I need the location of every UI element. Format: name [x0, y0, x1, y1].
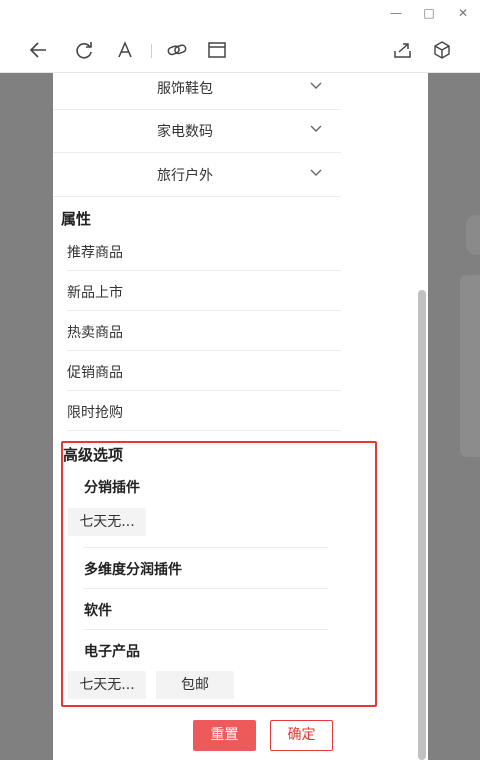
toolbar-separator — [151, 44, 152, 58]
category-label: 服饰鞋包 — [157, 81, 213, 97]
category-row[interactable]: 服饰鞋包 — [53, 73, 341, 110]
attribute-label: 热卖商品 — [67, 325, 123, 341]
reset-button[interactable]: 重置 — [193, 720, 256, 751]
plugin-title: 多维度分润插件 — [84, 562, 182, 578]
link-icon[interactable] — [166, 39, 188, 61]
attribute-label: 新品上市 — [67, 285, 123, 301]
attribute-item[interactable]: 推荐商品 — [67, 231, 341, 271]
close-button[interactable]: ✕ — [453, 4, 473, 22]
divider — [83, 588, 328, 589]
attribute-item[interactable]: 限时抢购 — [67, 391, 341, 431]
plugin-title: 分销插件 — [84, 480, 140, 496]
overlay-backdrop-left[interactable] — [0, 73, 53, 760]
window-icon[interactable] — [206, 39, 228, 61]
attribute-item[interactable]: 促销商品 — [67, 351, 341, 391]
option-tag[interactable]: 七天无... — [68, 508, 146, 536]
share-icon[interactable] — [392, 39, 414, 61]
attribute-item[interactable]: 新品上市 — [67, 271, 341, 311]
divider — [83, 547, 328, 548]
chevron-down-icon[interactable] — [309, 79, 323, 93]
back-icon[interactable] — [28, 39, 50, 61]
chevron-down-icon[interactable] — [309, 166, 323, 180]
attribute-label: 促销商品 — [67, 365, 123, 381]
cube-icon[interactable] — [431, 39, 453, 61]
scrollbar[interactable] — [418, 290, 426, 760]
attribute-item[interactable]: 热卖商品 — [67, 311, 341, 351]
background-element — [466, 215, 480, 255]
category-label: 家电数码 — [157, 124, 213, 140]
option-tag[interactable]: 包邮 — [156, 671, 234, 699]
attribute-label: 推荐商品 — [67, 245, 123, 261]
font-icon[interactable] — [114, 39, 136, 61]
divider — [83, 629, 328, 630]
attribute-label: 限时抢购 — [67, 405, 123, 421]
filter-panel: 服饰鞋包 家电数码 旅行户外 属性 推荐商品 新品上市 热卖商品 促销商品 限时… — [53, 73, 428, 760]
advanced-options-section: 高级选项 分销插件 七天无... 多维度分润插件 软件 电子产品 七天无... … — [61, 441, 377, 707]
category-row[interactable]: 家电数码 — [53, 109, 341, 153]
background-card — [460, 275, 480, 457]
browser-toolbar — [0, 26, 480, 73]
plugin-title: 软件 — [84, 603, 112, 619]
advanced-options-title: 高级选项 — [63, 446, 124, 464]
chevron-down-icon[interactable] — [309, 122, 323, 136]
title-bar: — □ ✕ — [0, 0, 480, 26]
minimize-button[interactable]: — — [386, 4, 406, 22]
confirm-button[interactable]: 确定 — [270, 720, 333, 751]
plugin-title: 电子产品 — [84, 644, 140, 660]
option-tag[interactable]: 七天无... — [68, 671, 146, 699]
refresh-icon[interactable] — [73, 39, 95, 61]
category-label: 旅行户外 — [157, 168, 213, 184]
maximize-button[interactable]: □ — [419, 4, 439, 22]
attributes-title: 属性 — [61, 210, 92, 228]
category-row[interactable]: 旅行户外 — [53, 153, 341, 197]
